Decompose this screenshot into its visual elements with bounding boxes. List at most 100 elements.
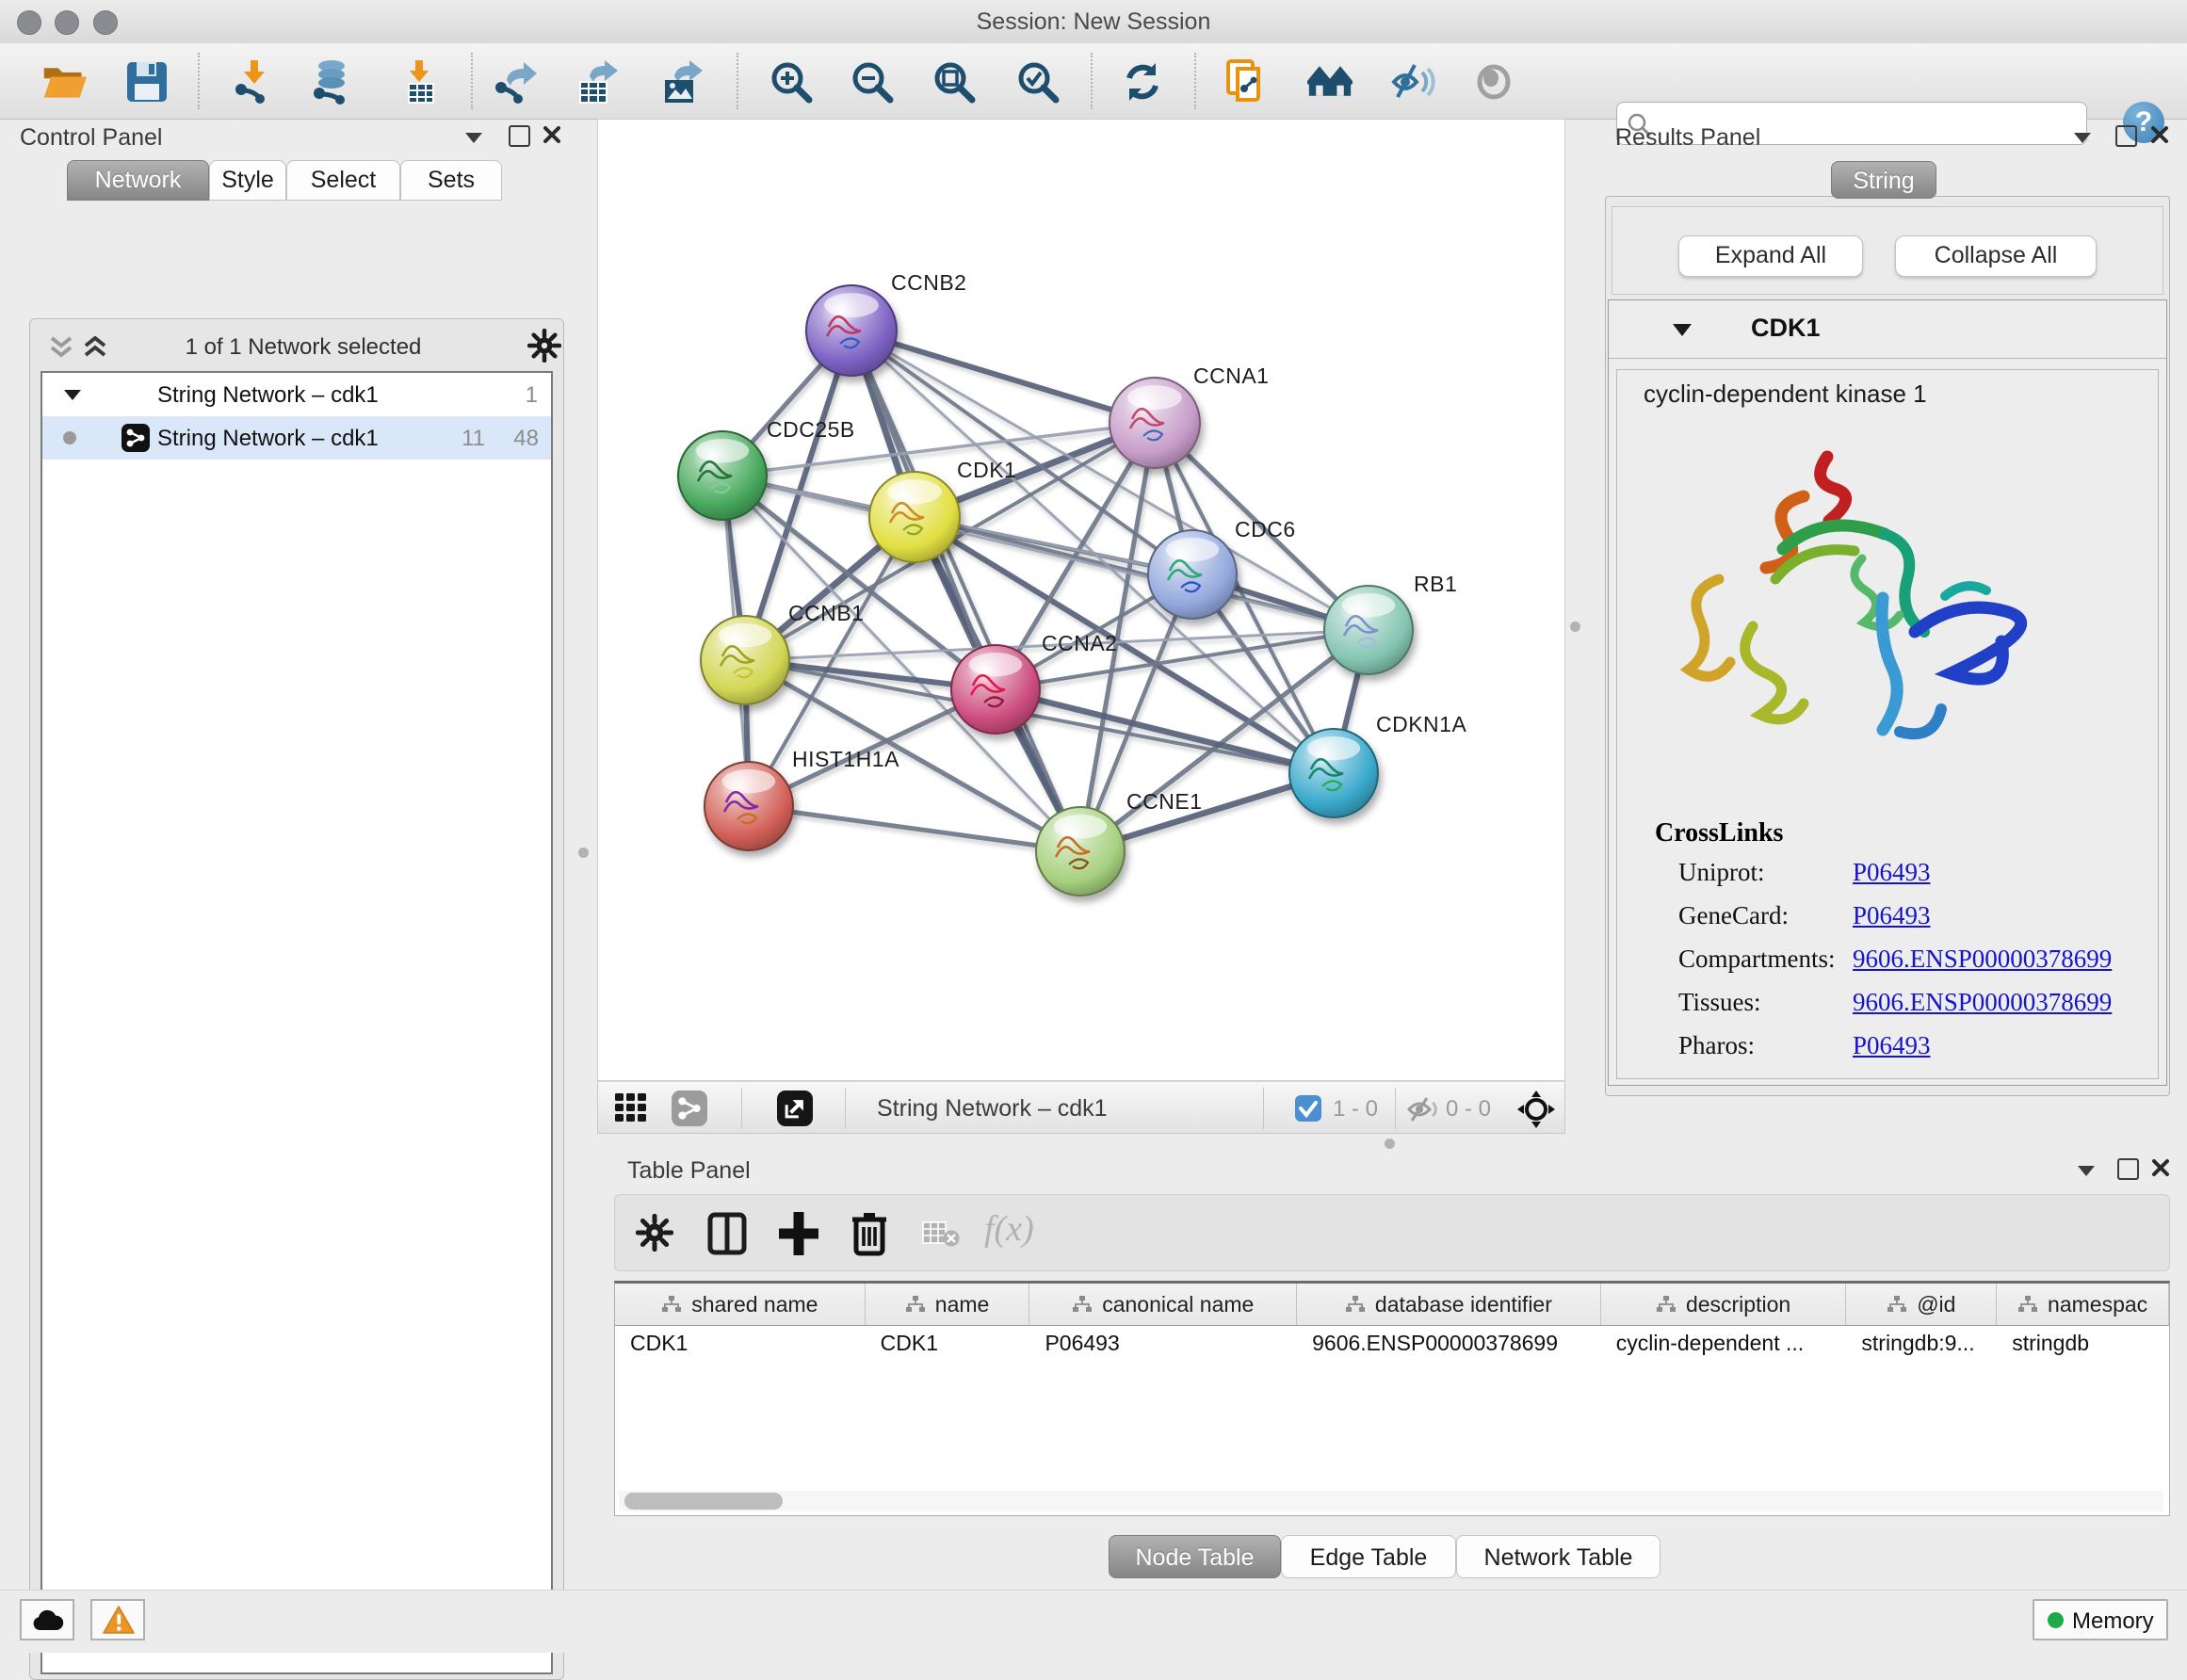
table-cell[interactable]: stringdb:9... [1846,1325,1997,1363]
refresh-view-icon[interactable] [1120,59,1165,105]
column-tree-icon [905,1295,926,1314]
network-canvas[interactable]: CCNB2CCNA1CDC25BCDK1CDC6RB1CCNB1CCNA2CDK… [597,119,1565,1081]
save-session-icon[interactable] [124,59,170,105]
zoom-in-icon[interactable] [769,59,814,105]
zoom-out-icon[interactable] [850,59,895,105]
tab-string[interactable]: String [1831,161,1936,199]
network-row-selected[interactable]: String Network – cdk1 11 48 [42,416,551,460]
panel-close-icon[interactable] [543,125,561,144]
memory-button[interactable]: Memory [2033,1599,2168,1640]
tab-network[interactable]: Network [67,160,209,201]
open-external-view-icon[interactable] [777,1090,813,1126]
tab-node-table[interactable]: Node Table [1109,1535,1281,1578]
birdseye-crosshair-icon[interactable] [1517,1090,1555,1128]
section-expander-icon[interactable] [1671,322,1693,338]
column-header-namespac[interactable]: namespac [1997,1284,2169,1325]
edge-HIST1H1A-CCNE1[interactable] [749,806,1080,851]
column-header-name[interactable]: name [866,1284,1030,1325]
crosslink-value-link[interactable]: P06493 [1853,858,1931,887]
table-cell[interactable]: stringdb [1997,1325,2169,1363]
crosslink-value-link[interactable]: P06493 [1853,1031,1931,1060]
network-graph[interactable]: CCNB2CCNA1CDC25BCDK1CDC6RB1CCNB1CCNA2CDK… [598,120,1564,1080]
node-CCNE1[interactable] [1036,807,1125,896]
crosslink-value-link[interactable]: 9606.ENSP00000378699 [1853,988,2112,1017]
network-collection-row[interactable]: String Network – cdk1 1 [42,373,551,416]
collapse-all-button[interactable]: Collapse All [1895,235,2097,277]
expand-all-icon[interactable] [82,336,108,361]
export-network-icon[interactable] [494,59,539,105]
export-image-icon[interactable] [659,59,705,105]
zoom-fit-icon[interactable] [932,59,977,105]
panel-float-icon[interactable] [2117,1158,2139,1180]
open-session-icon[interactable] [41,59,87,105]
node-CCNA2[interactable] [951,645,1040,734]
edge-CCNB2-CCNA1[interactable] [851,331,1155,423]
column-header--id[interactable]: @id [1846,1284,1997,1325]
crosslink-value-link[interactable]: 9606.ENSP00000378699 [1853,945,2112,974]
crosslink-value-link[interactable]: P06493 [1853,901,1931,930]
panel-menu-icon[interactable] [463,130,484,145]
right-divider-grip[interactable] [1570,622,1580,632]
tab-edge-table[interactable]: Edge Table [1281,1535,1456,1578]
show-all-panels-icon[interactable] [1307,59,1353,105]
column-header-description[interactable]: description [1601,1284,1847,1325]
warning-status-button[interactable] [90,1599,145,1640]
table-cell[interactable]: 9606.ENSP00000378699 [1297,1325,1601,1363]
tree-expander-icon[interactable] [63,388,82,402]
node-CDKN1A[interactable] [1289,729,1378,817]
show-columns-icon[interactable] [707,1212,747,1255]
node-CDK1[interactable] [869,472,960,562]
node-CCNA1[interactable] [1110,378,1200,468]
add-column-icon[interactable] [777,1210,820,1257]
grid-view-icon[interactable] [615,1093,647,1123]
hide-panels-eye-slash-icon[interactable] [1390,59,1435,105]
table-hscrollbar[interactable] [619,1491,2163,1511]
cloud-status-button[interactable] [20,1599,74,1640]
table-gear-icon[interactable] [636,1214,673,1252]
selected-checkbox-icon[interactable] [1295,1095,1321,1122]
tab-style[interactable]: Style [209,160,286,201]
hidden-eye-slash-icon[interactable] [1406,1095,1440,1123]
table-hscroll-thumb[interactable] [624,1493,783,1510]
tab-select[interactable]: Select [286,160,400,201]
table-cell[interactable]: CDK1 [615,1325,866,1363]
open-in-cytoscape-web-icon[interactable] [1223,59,1268,105]
expand-all-button[interactable]: Expand All [1678,235,1863,277]
node-RB1[interactable] [1324,586,1413,674]
table-row[interactable]: CDK1CDK1P064939606.ENSP00000378699cyclin… [615,1325,2169,1363]
panel-menu-icon[interactable] [2072,130,2093,145]
node-CCNB1[interactable] [701,616,789,704]
node-CDC6[interactable] [1148,530,1237,619]
node-CCNB2[interactable] [806,285,897,376]
panel-close-icon[interactable] [2150,125,2169,144]
import-network-file-icon[interactable] [232,59,277,105]
export-table-icon[interactable] [575,59,620,105]
bottom-divider-grip[interactable] [1385,1139,1395,1149]
tab-network-table[interactable]: Network Table [1456,1535,1660,1578]
gray-eye-icon[interactable] [1471,59,1516,105]
column-header-database-identifier[interactable]: database identifier [1297,1284,1601,1325]
table-cell[interactable]: P06493 [1029,1325,1297,1363]
table-cell[interactable]: CDK1 [866,1325,1030,1363]
zoom-selected-icon[interactable] [1015,59,1061,105]
left-divider-grip[interactable] [578,848,589,858]
panel-float-icon[interactable] [2115,125,2137,147]
column-header-canonical-name[interactable]: canonical name [1029,1284,1297,1325]
collapse-all-icon[interactable] [48,336,74,361]
crosslinks-heading: CrossLinks [1655,818,1783,848]
table-cell[interactable]: cyclin-dependent ... [1601,1325,1847,1363]
import-table-file-icon[interactable] [397,59,443,105]
tab-sets[interactable]: Sets [400,160,502,201]
network-options-gear-icon[interactable] [527,329,561,363]
delete-column-trash-icon[interactable] [850,1210,888,1257]
edge-CCNB2-CCNE1[interactable] [851,331,1080,851]
panel-close-icon[interactable] [2151,1158,2170,1177]
node-HIST1H1A[interactable] [705,762,793,850]
node-CDC25B[interactable] [678,431,767,520]
panel-menu-icon[interactable] [2076,1163,2097,1178]
gene-section-header[interactable]: CDK1 [1609,300,2166,359]
column-header-shared-name[interactable]: shared name [615,1284,866,1325]
string-view-icon[interactable] [672,1090,707,1126]
panel-float-icon[interactable] [509,125,530,147]
import-network-database-icon[interactable] [309,59,354,105]
